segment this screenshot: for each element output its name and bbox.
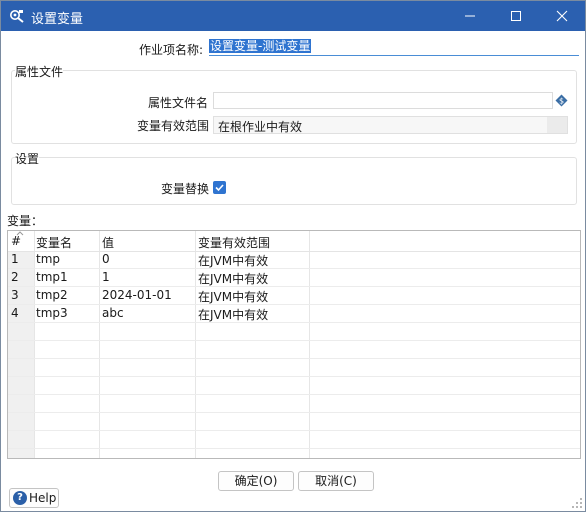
properties-filename-input[interactable] xyxy=(213,92,553,109)
row-divider xyxy=(8,430,580,431)
settings-group-title: 设置 xyxy=(15,150,40,167)
settings-group xyxy=(11,157,577,205)
variable-insert-icon[interactable]: $ xyxy=(555,94,568,107)
help-icon: ? xyxy=(13,491,27,505)
variable-value-cell[interactable]: 2024-01-01 xyxy=(102,288,172,302)
row-number: 4 xyxy=(11,306,19,320)
properties-group-title: 属性文件 xyxy=(15,63,64,80)
help-label: Help xyxy=(29,491,57,505)
job-name-input[interactable]: 设置变量-测试变量 xyxy=(209,38,579,56)
set-variables-dialog: 设置变量 作业项名称: 设置变量-测试变量 属性文件 属性文件名 $ 变量有效范… xyxy=(0,0,586,512)
window-title: 设置变量 xyxy=(31,12,84,27)
resize-grip-icon[interactable] xyxy=(571,497,583,509)
svg-text:$: $ xyxy=(559,96,564,105)
row-divider xyxy=(8,358,580,359)
variable-scope-cell[interactable]: 在JVM中有效 xyxy=(198,288,268,305)
row-divider xyxy=(8,412,580,413)
variable-value-cell[interactable]: abc xyxy=(102,306,124,320)
table-row[interactable]: 4 tmp3 abc 在JVM中有效 xyxy=(8,305,580,322)
row-divider xyxy=(8,394,580,395)
row-divider xyxy=(8,376,580,377)
variable-value-cell[interactable]: 1 xyxy=(102,270,110,284)
settings-variable-icon xyxy=(10,10,24,23)
table-row[interactable]: 1 tmp 0 在JVM中有效 xyxy=(8,251,580,268)
ok-button[interactable]: 确定(O) xyxy=(218,471,294,491)
row-divider xyxy=(8,340,580,341)
table-row[interactable]: 3 tmp2 2024-01-01 在JVM中有效 xyxy=(8,287,580,304)
maximize-button[interactable] xyxy=(493,1,539,31)
minimize-icon xyxy=(465,15,475,17)
job-name-value: 设置变量-测试变量 xyxy=(209,39,312,53)
sort-up-icon xyxy=(16,231,24,236)
table-header: # 变量名 值 变量有效范围 xyxy=(8,231,580,252)
variable-replace-label: 变量替换 xyxy=(161,182,210,196)
variable-replace-checkbox[interactable] xyxy=(213,181,226,194)
column-header-scope[interactable]: 变量有效范围 xyxy=(198,234,270,251)
cancel-button[interactable]: 取消(C) xyxy=(298,471,374,491)
variable-name-cell[interactable]: tmp xyxy=(36,252,60,266)
close-button[interactable] xyxy=(539,1,585,31)
row-divider xyxy=(8,286,580,287)
minimize-button[interactable] xyxy=(447,1,493,31)
row-divider xyxy=(8,268,580,269)
variable-name-cell[interactable]: tmp3 xyxy=(36,306,68,320)
row-number: 2 xyxy=(11,270,19,284)
variables-label: 变量： xyxy=(7,214,44,228)
properties-filename-label: 属性文件名 xyxy=(148,96,209,110)
scope-label: 变量有效范围 xyxy=(137,119,210,133)
job-name-label: 作业项名称: xyxy=(139,43,204,57)
column-header-number[interactable]: # xyxy=(11,234,21,248)
chevron-down-icon[interactable] xyxy=(547,117,567,133)
column-header-value[interactable]: 值 xyxy=(102,234,114,251)
variables-table[interactable]: # 变量名 值 变量有效范围 1 tmp 0 在JVM中有效 2 tmp1 1 … xyxy=(7,230,581,459)
scope-select[interactable]: 在根作业中有效 xyxy=(213,116,568,134)
row-number: 3 xyxy=(11,288,19,302)
variable-scope-cell[interactable]: 在JVM中有效 xyxy=(198,270,268,287)
check-icon xyxy=(215,184,224,192)
help-button[interactable]: ? Help xyxy=(9,488,59,508)
variable-value-cell[interactable]: 0 xyxy=(102,252,110,266)
row-divider xyxy=(8,304,580,305)
variable-name-cell[interactable]: tmp2 xyxy=(36,288,68,302)
variable-scope-cell[interactable]: 在JVM中有效 xyxy=(198,252,268,269)
row-divider xyxy=(8,448,580,449)
maximize-icon xyxy=(511,11,521,21)
row-divider xyxy=(8,322,580,323)
row-number: 1 xyxy=(11,252,19,266)
scope-selected-value: 在根作业中有效 xyxy=(218,120,303,134)
table-row[interactable]: 2 tmp1 1 在JVM中有效 xyxy=(8,269,580,286)
close-icon xyxy=(556,10,568,22)
variable-scope-cell[interactable]: 在JVM中有效 xyxy=(198,306,268,323)
variable-name-cell[interactable]: tmp1 xyxy=(36,270,68,284)
column-header-name[interactable]: 变量名 xyxy=(36,234,72,251)
title-bar[interactable]: 设置变量 xyxy=(1,1,585,31)
